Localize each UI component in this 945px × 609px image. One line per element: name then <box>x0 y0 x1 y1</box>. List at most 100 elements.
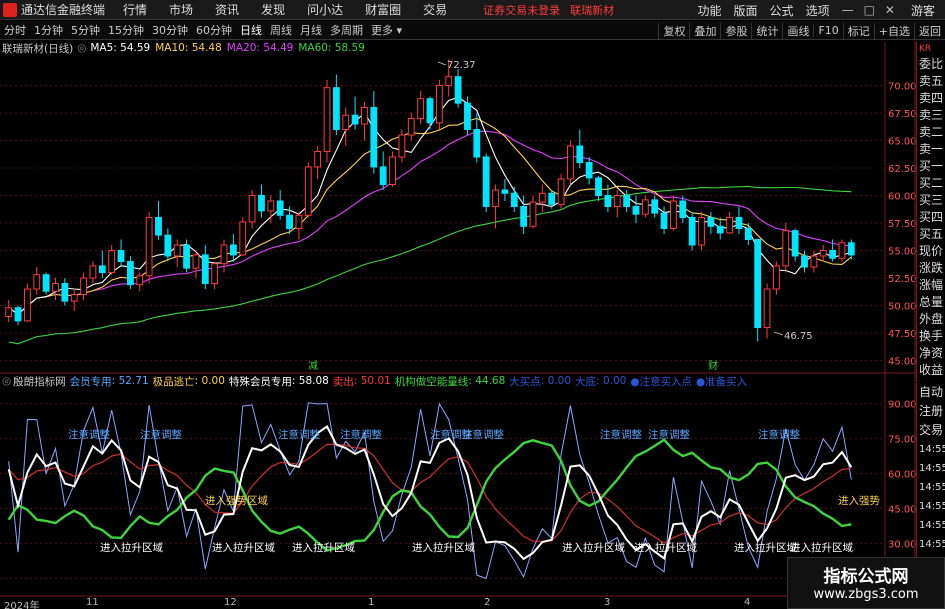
candle-up <box>492 189 499 207</box>
candle-up <box>557 178 565 205</box>
candle-down <box>229 244 237 256</box>
annotation-pull-up-zone: 进入拉升区域 <box>790 541 853 554</box>
settings-circle-icon[interactable]: ◎ <box>2 375 11 387</box>
candle-up <box>267 200 275 212</box>
candle-up <box>89 265 97 279</box>
tick-time-label[interactable]: 交易 <box>917 421 945 440</box>
kr-header: KR <box>919 44 932 54</box>
date-label-dec: 12 <box>224 597 237 608</box>
candle-up <box>192 254 200 269</box>
sell-value-text: 50.01 <box>360 375 391 387</box>
quote-field-label: 卖三 <box>919 108 944 122</box>
candle-up <box>417 98 425 119</box>
candle-down <box>735 217 743 229</box>
candle-down <box>155 217 162 236</box>
candle-down <box>482 156 490 207</box>
candle-down <box>829 250 836 259</box>
quote-panel: KR 委比 卖五 卖四 卖三 卖二 卖一 买一 买二 买三 买四 买五 现价 涨跌 涨幅 总量 外盘 换手 净资收… <box>916 42 945 382</box>
annotation-adjust: 注意调整 <box>758 428 800 441</box>
price-panel-title: 联瑞新材(日线) <box>2 42 74 55</box>
price-tick-label: 57.50 <box>888 219 917 230</box>
candle-down <box>332 87 340 130</box>
candle-down <box>501 189 509 194</box>
price-tick-label: 60.00 <box>888 192 917 203</box>
candle-down <box>604 195 612 207</box>
annotation-pull-up-zone: 进入拉升区域 <box>292 541 355 554</box>
candle-up <box>361 107 368 125</box>
candle-down <box>595 177 602 196</box>
annotation-pull-up-zone: 进入拉升区域 <box>562 541 625 554</box>
chart-canvas[interactable]: 70.00 67.50 65.00 62.50 60.00 57.50 55.00 52.50… <box>0 0 945 609</box>
candle-down <box>688 217 696 246</box>
candlestick-series <box>5 59 855 342</box>
indicator-tick-label: 45.00 <box>888 504 917 515</box>
tick-items: 自动 注册 交易 14:55 14:55 14:55 14:55 14:55 14:55 <box>917 383 945 554</box>
candle-down <box>117 250 125 262</box>
candle-up <box>389 156 396 185</box>
candle-up <box>838 242 846 259</box>
watermark-title: 指标公式网 <box>823 567 909 587</box>
special-member-line <box>7 425 853 561</box>
candle-up <box>248 195 256 223</box>
quote-field-label: 买五 <box>919 227 944 241</box>
candle-down <box>660 212 668 230</box>
candle-down <box>183 244 190 269</box>
big-value-text: 0.00 <box>602 375 627 387</box>
candle-down <box>791 230 799 257</box>
candle-up <box>220 244 228 265</box>
candle-down <box>520 206 528 227</box>
bigbuy-value: : 0.00 <box>540 375 572 387</box>
price-tick-label: 70.00 <box>888 82 917 93</box>
candle-up <box>136 275 144 286</box>
price-tick-label: 52.50 <box>888 274 917 285</box>
date-label-nov: 11 <box>86 597 99 608</box>
quote-field-label: 卖一 <box>919 142 944 156</box>
candle-down <box>754 239 762 328</box>
annotation-strong-short: 进入强势 <box>838 494 880 507</box>
candle-up <box>70 294 78 302</box>
inst-value-text: 44.68 <box>475 375 506 387</box>
candle-up <box>342 114 350 130</box>
quote-field-label: 卖四 <box>919 91 944 105</box>
date-label-apr: 4 <box>744 597 751 608</box>
candle-up <box>239 221 247 256</box>
annotation-pull-up-zone: 进入拉升区域 <box>212 541 275 554</box>
candle-down <box>744 228 752 240</box>
annotation-pull-up-zone: 进入拉升区域 <box>100 541 163 554</box>
inst-value: : 44.68 <box>468 375 506 387</box>
candle-down <box>164 234 172 257</box>
quote-field-label: 外盘 <box>919 312 944 326</box>
annotation-adjust: 注意调整 <box>600 428 642 441</box>
candle-down <box>14 307 22 322</box>
candle-down <box>201 254 209 284</box>
tick-time-label[interactable]: 注册 <box>917 402 945 421</box>
low-price-label: 46.75 <box>784 331 813 342</box>
candle-up <box>435 85 443 124</box>
date-label-year: 2024年 <box>4 601 40 609</box>
quote-field-label: 涨幅 <box>919 278 944 292</box>
candle-down <box>510 192 518 208</box>
candle-up <box>641 199 649 215</box>
candle-up <box>323 87 331 152</box>
settings-circle-icon[interactable]: ◎ <box>77 42 86 54</box>
quote-field-label: 卖二 <box>919 125 944 139</box>
marker-finance: 财 <box>708 359 718 372</box>
date-label-feb: 2 <box>484 597 491 608</box>
escape-value-text: 0.00 <box>201 375 225 387</box>
tick-time-label[interactable]: 自动 <box>917 383 945 402</box>
quote-field-label: 委比 <box>919 57 944 71</box>
tick-time-label: 14:55 <box>919 501 945 512</box>
candle-up <box>538 192 546 203</box>
candle-up <box>763 288 771 328</box>
candle-down <box>632 206 640 215</box>
tick-time-label: 14:55 <box>919 444 945 455</box>
member-value: : 52.71 <box>111 375 149 387</box>
sell-line <box>8 443 852 544</box>
candle-down <box>379 166 387 185</box>
quote-items: 委比 卖五 卖四 卖三 卖二 卖一 买一 买二 买三 买四 买五 现价 涨跌 涨幅 总量 外盘 换手 净资 收益 <box>917 56 945 379</box>
candle-up <box>782 230 790 267</box>
candle-down <box>276 200 284 216</box>
candle-down <box>126 261 134 286</box>
candle-up <box>173 244 181 257</box>
candle-up <box>24 288 31 322</box>
